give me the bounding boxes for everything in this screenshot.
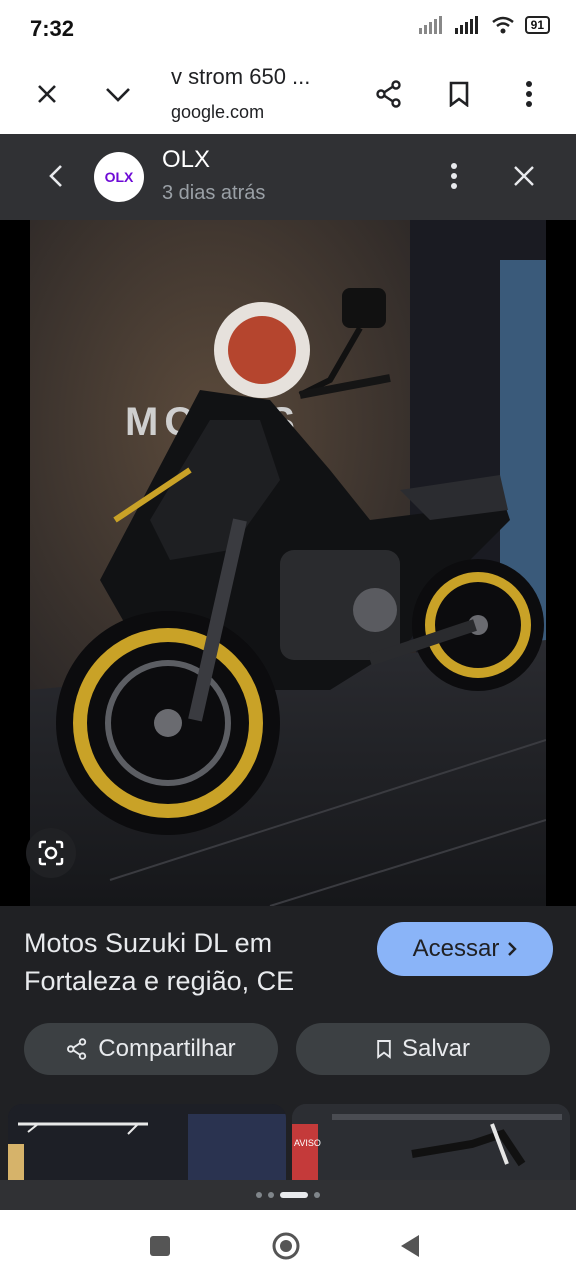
result-info-panel: Motos Suzuki DL em Fortaleza e região, C… (0, 906, 576, 1180)
chevron-right-icon (508, 942, 518, 956)
page-title: v strom 650 ... (171, 64, 311, 89)
share-button-label: Compartilhar (98, 1035, 236, 1062)
recents-button[interactable] (138, 1224, 182, 1268)
save-button-label: Salvar (401, 1035, 471, 1062)
home-button[interactable] (264, 1224, 308, 1268)
system-nav-bar (0, 1210, 576, 1280)
close-tab-button[interactable] (25, 72, 69, 116)
recents-icon (150, 1236, 170, 1256)
pager-dot (256, 1192, 262, 1198)
bookmark-icon (449, 81, 469, 107)
status-time: 7:32 (30, 16, 75, 41)
signal-icon-2 (454, 16, 478, 34)
home-icon (272, 1232, 300, 1260)
more-options-button[interactable] (507, 72, 551, 116)
wifi-icon (491, 16, 514, 34)
thumbnail-image (8, 1104, 286, 1180)
bookmark-button[interactable] (437, 72, 481, 116)
source-timestamp: 3 dias atrás (162, 182, 266, 204)
olx-logo-text: OLX (104, 169, 134, 185)
status-bar: 7:32 91 (0, 0, 576, 56)
share-button[interactable]: Compartilhar (24, 1023, 278, 1075)
google-lens-button[interactable] (26, 828, 76, 878)
lens-icon (38, 840, 64, 866)
motorcycle-photo[interactable]: MOTOS (30, 220, 546, 906)
visit-button[interactable]: Acessar (377, 922, 553, 976)
carousel-pager (0, 1180, 576, 1210)
page-domain: google.com (171, 102, 265, 122)
more-vert-icon (451, 163, 457, 189)
minimize-button[interactable] (96, 72, 140, 116)
thumbnail-sign-text: AVISO (294, 1138, 321, 1148)
close-viewer-button[interactable] (502, 154, 546, 198)
save-button[interactable]: Salvar (296, 1023, 550, 1075)
image-area: MOTOS (0, 220, 576, 906)
close-icon (514, 166, 534, 186)
back-button[interactable] (388, 1224, 432, 1268)
chevron-left-icon (49, 165, 62, 187)
thumbnail-image: AVISO (292, 1104, 570, 1180)
more-vert-icon (526, 81, 532, 107)
source-name: OLX (162, 146, 211, 173)
image-viewer-header: OLX OLX 3 dias atrás (0, 134, 576, 220)
related-image-thumbnail[interactable] (8, 1104, 286, 1180)
visit-button-label: Acessar (412, 935, 500, 962)
pager-dot (268, 1192, 274, 1198)
motorcycle-image: MOTOS (30, 220, 546, 906)
pager-dot-active (280, 1192, 308, 1198)
result-title[interactable]: Motos Suzuki DL em Fortaleza e região, C… (24, 924, 364, 1000)
share-icon (376, 80, 401, 108)
signal-icon (418, 16, 442, 34)
back-icon (401, 1235, 419, 1257)
related-image-thumbnail[interactable]: AVISO (292, 1104, 570, 1180)
chevron-down-icon (106, 88, 130, 102)
share-icon (67, 1038, 87, 1060)
viewer-more-button[interactable] (436, 156, 472, 196)
status-icons: 91 (418, 16, 550, 34)
source-logo: OLX (94, 152, 144, 202)
share-page-button[interactable] (367, 72, 411, 116)
pager-dot (314, 1192, 320, 1198)
previous-image-button[interactable] (36, 156, 76, 196)
close-icon (38, 85, 56, 103)
battery-indicator: 91 (524, 16, 550, 34)
browser-toolbar: v strom 650 ... google.com (0, 56, 576, 134)
bookmark-icon (377, 1040, 391, 1059)
